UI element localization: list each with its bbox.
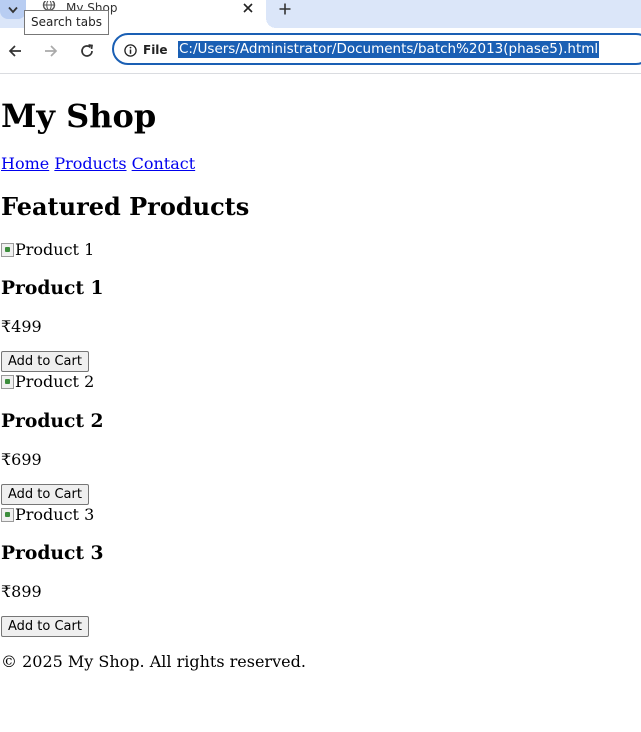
- product-card: Product 1 Product 1 ₹499 Add to Cart: [1, 240, 301, 372]
- add-to-cart-button[interactable]: Add to Cart: [1, 616, 89, 637]
- product-name: Product 1: [1, 277, 104, 299]
- product-price: ₹699: [1, 450, 42, 469]
- page-title: My Shop: [1, 97, 157, 135]
- nav-link-contact[interactable]: Contact: [132, 154, 196, 173]
- page-footer: © 2025 My Shop. All rights reserved.: [1, 652, 306, 671]
- chevron-down-icon: [8, 6, 18, 13]
- product-image-alt: Product 1: [15, 240, 95, 259]
- new-tab-button[interactable]: [276, 0, 294, 18]
- product-name: Product 3: [1, 542, 104, 564]
- reload-icon: [81, 44, 93, 57]
- section-title: Featured Products: [1, 192, 250, 221]
- add-to-cart-button[interactable]: Add to Cart: [1, 484, 89, 505]
- product-card: Product 2 Product 2 ₹699 Add to Cart: [1, 372, 301, 505]
- plus-icon: [279, 3, 291, 15]
- site-nav: Home Products Contact: [1, 154, 195, 174]
- forward-button[interactable]: [40, 40, 62, 62]
- site-info-button[interactable]: File: [124, 43, 168, 57]
- info-icon: [124, 43, 137, 57]
- nav-link-products[interactable]: Products: [54, 154, 126, 173]
- broken-image-icon: [1, 243, 14, 257]
- url-text[interactable]: C:/Users/Administrator/Documents/batch%2…: [178, 41, 600, 58]
- tab-close-button[interactable]: [240, 0, 256, 16]
- product-price: ₹899: [1, 582, 42, 601]
- product-image-alt: Product 3: [15, 505, 95, 524]
- arrow-left-icon: [8, 45, 21, 57]
- product-name: Product 2: [1, 410, 104, 432]
- product-price: ₹499: [1, 317, 42, 336]
- back-button[interactable]: [4, 40, 26, 62]
- address-bar[interactable]: File C:/Users/Administrator/Documents/ba…: [112, 33, 641, 65]
- product-image: Product 2: [1, 372, 301, 392]
- broken-image-icon: [1, 375, 14, 389]
- product-card: Product 3 Product 3 ₹899 Add to Cart: [1, 505, 301, 637]
- product-image-alt: Product 2: [15, 372, 95, 391]
- site-info-label: File: [143, 43, 168, 57]
- reload-button[interactable]: [76, 40, 98, 62]
- add-to-cart-button[interactable]: Add to Cart: [1, 351, 89, 372]
- product-image: Product 1: [1, 240, 301, 260]
- arrow-right-icon: [45, 45, 58, 57]
- nav-link-home[interactable]: Home: [1, 154, 49, 173]
- close-icon: [243, 3, 253, 13]
- tab-search-button[interactable]: [0, 0, 26, 19]
- product-image: Product 3: [1, 505, 301, 525]
- broken-image-icon: [1, 508, 14, 522]
- tooltip: Search tabs: [24, 10, 109, 35]
